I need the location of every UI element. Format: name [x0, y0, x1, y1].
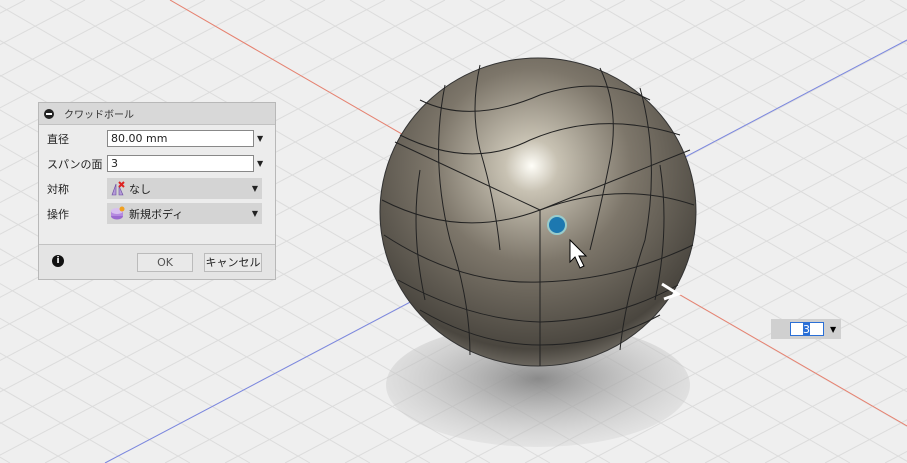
info-icon[interactable]: i [52, 255, 64, 267]
dialog-header: クワッドボール [39, 103, 275, 125]
diameter-label: 直径 [47, 132, 69, 146]
operation-row: 操作 新規ボディ ▼ [47, 203, 262, 224]
chevron-down-icon[interactable]: ▼ [257, 159, 263, 168]
chevron-down-icon: ▼ [251, 209, 258, 218]
operation-value: 新規ボディ [129, 207, 184, 221]
quadball-body[interactable] [379, 57, 697, 367]
span-faces-inline-value: 3 [803, 323, 810, 336]
symmetry-value: なし [129, 182, 151, 196]
diameter-input[interactable]: 80.00 mm [107, 130, 254, 147]
quadball-dialog: クワッドボール 直径 80.00 mm ▼ スパンの面 3 ▼ 対称 なし ▼ 操作 新規ボデ… [38, 102, 276, 280]
collapse-icon[interactable] [44, 108, 54, 119]
chevron-down-icon[interactable]: ▼ [257, 134, 263, 143]
move-manipulator-icon[interactable] [547, 215, 567, 235]
span-faces-label: スパンの面 [47, 157, 103, 171]
cancel-button[interactable]: キャンセル [204, 253, 262, 272]
dialog-footer: i OK キャンセル [39, 244, 275, 279]
symmetry-row: 対称 なし ▼ [47, 178, 262, 199]
chevron-down-icon: ▼ [251, 184, 258, 193]
span-faces-inline-field[interactable]: 3 [790, 322, 824, 336]
dialog-title: クワッドボール [64, 110, 134, 121]
span-faces-row: スパンの面 3 ▼ [47, 155, 263, 172]
symmetry-select[interactable]: なし ▼ [107, 178, 262, 199]
diameter-row: 直径 80.00 mm ▼ [47, 130, 263, 147]
operation-select[interactable]: 新規ボディ ▼ [107, 203, 262, 224]
symmetry-none-icon [111, 181, 125, 196]
ok-button[interactable]: OK [137, 253, 193, 272]
operation-label: 操作 [47, 207, 69, 221]
chevron-down-icon[interactable]: ▼ [830, 325, 836, 334]
span-faces-inline-input: 3 ▼ [771, 319, 841, 339]
symmetry-label: 対称 [47, 182, 69, 196]
span-faces-input[interactable]: 3 [107, 155, 254, 172]
new-body-icon [111, 206, 125, 220]
